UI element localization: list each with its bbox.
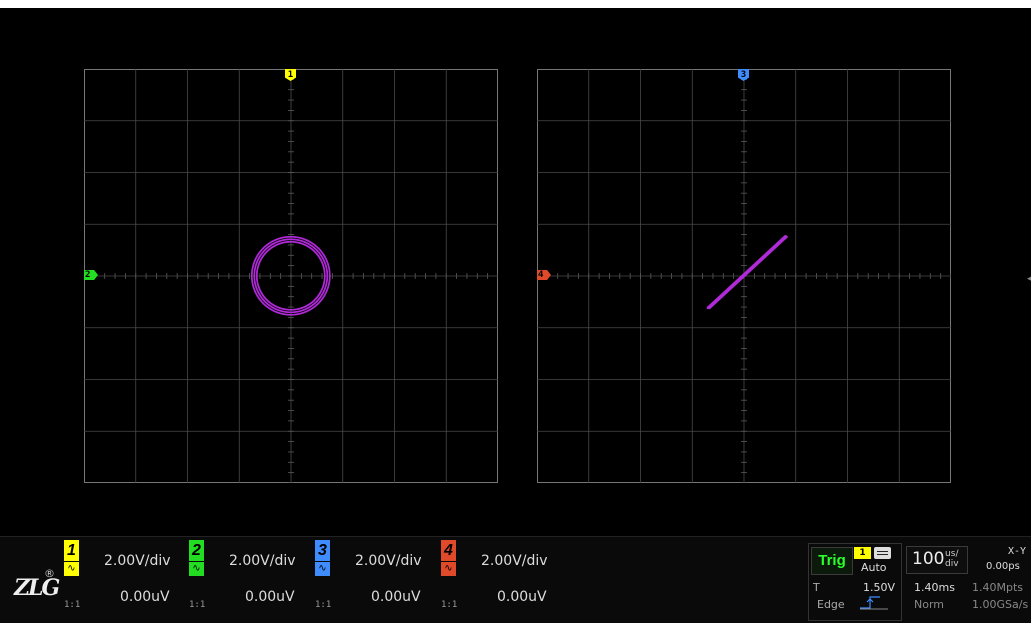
rising-edge-icon: [860, 596, 888, 610]
channel-4-probe-ratio: 1:1: [441, 600, 458, 610]
registered-mark: ®: [44, 567, 55, 580]
channel-1-offset: 0.00uV: [120, 589, 170, 605]
xy-trace-line: [706, 235, 788, 310]
record-time: 1.40ms: [914, 581, 955, 594]
timebase-scale-button[interactable]: 100 us/div: [906, 546, 968, 574]
trigger-mode: Auto: [861, 561, 887, 574]
trigger-source-badge: 1: [854, 547, 871, 559]
trigger-type: Edge: [817, 598, 845, 611]
timebase-panel[interactable]: 100 us/div X-Y 0.00ps 1.40ms 1.40Mpts No…: [906, 543, 1031, 619]
channel-2-panel[interactable]: 2 ∿ 1:1 2.00V/div 0.00uV: [189, 540, 313, 620]
channel-2-offset: 0.00uV: [245, 589, 295, 605]
memory-depth: 1.40Mpts: [972, 581, 1024, 594]
trigger-level: 1.50V: [863, 581, 896, 594]
channel-4-offset: 0.00uV: [497, 589, 547, 605]
waveform-display[interactable]: 1 2 3 4 ◀: [0, 8, 1031, 536]
trigger-button[interactable]: Trig: [811, 547, 853, 575]
display-mode: X-Y: [1008, 546, 1027, 557]
trigger-level-label: T: [813, 581, 820, 594]
sample-rate: 1.00GSa/s: [972, 598, 1029, 611]
ac-wave-icon: ∿: [189, 562, 204, 576]
channel-1-panel[interactable]: 1 ∿ 1:1 2.00V/div 0.00uV: [64, 540, 188, 620]
timebase-value: 100: [912, 549, 945, 569]
xy-plot-grid-left: [84, 69, 498, 483]
channel-1-probe-ratio: 1:1: [64, 600, 81, 610]
xy-plot-ch3-ch4[interactable]: [537, 69, 951, 483]
keyboard-icon[interactable]: [874, 547, 891, 559]
channel-4-scale: 2.00V/div: [481, 553, 548, 569]
channel-4-badge: 4: [441, 540, 456, 561]
channel-4-panel[interactable]: 4 ∿ 1:1 2.00V/div 0.00uV: [441, 540, 565, 620]
channel-2-badge: 2: [189, 540, 204, 561]
timebase-unit: us/div: [945, 549, 959, 569]
side-menu-handle[interactable]: ◀: [1027, 274, 1031, 284]
horizontal-delay: 0.00ps: [986, 561, 1020, 572]
channel-1-scale: 2.00V/div: [104, 553, 171, 569]
channel-3-offset: 0.00uV: [371, 589, 421, 605]
channel-1-badge: 1: [64, 540, 79, 561]
ac-wave-icon: ∿: [64, 562, 79, 576]
bottom-status-bar: ZLG ® 1 ∿ 1:1 2.00V/div 0.00uV 2 ∿ 1:1 2…: [0, 536, 1031, 623]
channel-2-scale: 2.00V/div: [229, 553, 296, 569]
acquisition-mode: Norm: [914, 598, 945, 611]
channel-2-probe-ratio: 1:1: [189, 600, 206, 610]
xy-plot-grid-right: [537, 69, 951, 483]
ac-wave-icon: ∿: [441, 562, 456, 576]
channel-3-scale: 2.00V/div: [355, 553, 422, 569]
channel-3-probe-ratio: 1:1: [315, 600, 332, 610]
top-status-bar: [0, 0, 1031, 8]
channel-3-panel[interactable]: 3 ∿ 1:1 2.00V/div 0.00uV: [315, 540, 439, 620]
trigger-panel[interactable]: Trig 1 Auto T 1.50V Edge: [808, 543, 902, 621]
xy-plot-ch1-ch2[interactable]: [84, 69, 498, 483]
channel-3-badge: 3: [315, 540, 330, 561]
ac-wave-icon: ∿: [315, 562, 330, 576]
